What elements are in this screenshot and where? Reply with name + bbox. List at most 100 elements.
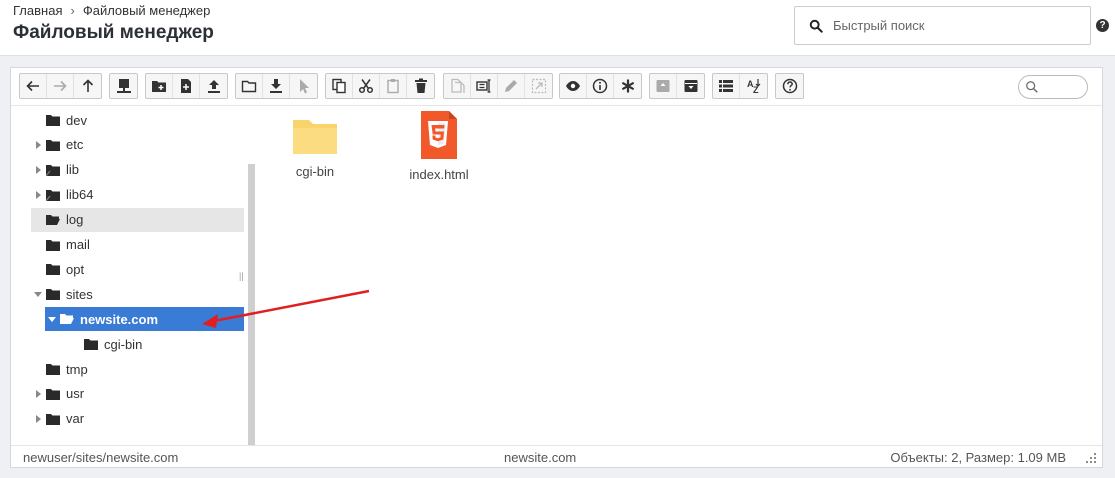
edit-button[interactable] [498, 74, 525, 98]
info-button[interactable] [587, 74, 614, 98]
folder-icon [46, 364, 60, 375]
help-icon [782, 78, 797, 94]
file-name: cgi-bin [295, 164, 335, 179]
toolbar-search-input[interactable] [1018, 75, 1088, 99]
tree-item-lib64[interactable]: lib64 [31, 183, 244, 207]
download-icon [270, 79, 282, 93]
resize-button[interactable] [525, 74, 552, 98]
tree-item-tmp[interactable]: tmp [31, 357, 244, 381]
forward-icon [54, 80, 67, 92]
view-group [559, 73, 642, 99]
cut-icon [358, 79, 374, 94]
tree-item-mail[interactable]: mail [31, 233, 244, 257]
view-button[interactable] [560, 74, 587, 98]
folder-icon [46, 239, 60, 251]
up-button[interactable] [74, 74, 101, 98]
tree-item-opt[interactable]: opt [31, 257, 244, 281]
back-button[interactable] [20, 74, 47, 98]
status-bar: newuser/sites/newsite.com newsite.com Об… [11, 445, 1102, 468]
asterisk-button[interactable] [614, 74, 641, 98]
tree-item-lib[interactable]: lib [31, 158, 244, 182]
cut-button[interactable] [353, 74, 380, 98]
edit-icon [505, 80, 517, 92]
help-button[interactable] [776, 74, 803, 98]
folder-icon [46, 264, 60, 276]
caret-right-icon[interactable] [34, 165, 42, 174]
caret-right-icon[interactable] [34, 414, 42, 423]
drive-group [109, 73, 138, 99]
copy-button[interactable] [326, 74, 353, 98]
select-button[interactable] [290, 74, 317, 98]
tree-item-var[interactable]: var [31, 407, 244, 431]
asterisk-icon [621, 79, 634, 93]
paste-button[interactable] [380, 74, 407, 98]
select-icon [299, 79, 309, 94]
caret-down-icon[interactable] [48, 315, 56, 323]
status-path: newuser/sites/newsite.com [23, 450, 179, 465]
tree-item-label: opt [66, 261, 85, 277]
rename-button[interactable] [471, 74, 498, 98]
sort-button[interactable]: AZ [740, 74, 767, 98]
forward-button[interactable] [47, 74, 74, 98]
folder-icon [46, 164, 60, 176]
folder-icon [46, 388, 60, 400]
folder-icon [46, 189, 60, 201]
create-group [145, 73, 228, 99]
delete-button[interactable] [407, 74, 434, 98]
tree-item-log[interactable]: log [31, 207, 244, 232]
page-title: Файловый менеджер [13, 22, 214, 43]
back-icon [26, 80, 39, 92]
paste-icon [387, 79, 399, 94]
caret-right-icon[interactable] [34, 389, 42, 398]
download-button[interactable] [263, 74, 290, 98]
quick-search-input[interactable]: Быстрый поиск [794, 6, 1091, 45]
duplicate-button[interactable] [444, 74, 471, 98]
extract-button[interactable] [677, 74, 704, 98]
upload-button[interactable] [200, 74, 227, 98]
tree-item-cgi-bin[interactable]: cgi-bin [31, 332, 244, 356]
tree-item-label: var [66, 411, 85, 427]
page-header: Главная › Файловый менеджер Файловый мен… [0, 0, 1115, 56]
status-summary: Объекты: 2, Размер: 1.09 MB [890, 450, 1066, 465]
nav-group [19, 73, 102, 99]
delete-icon [414, 78, 427, 93]
extract-icon [684, 80, 697, 92]
rename-icon [476, 79, 491, 93]
upload-icon [207, 80, 220, 93]
file-name: index.html [409, 167, 469, 182]
tree-scrollbar[interactable] [248, 164, 255, 445]
help-icon[interactable]: ? [1096, 19, 1109, 32]
breadcrumb: Главная › Файловый менеджер [13, 3, 210, 18]
open-icon [241, 80, 257, 93]
resize-grip-icon[interactable] [1085, 452, 1097, 464]
panel-resize-handle[interactable]: || [239, 271, 244, 281]
new-file-button[interactable] [173, 74, 200, 98]
breadcrumb-home-link[interactable]: Главная [13, 3, 62, 18]
network-drive-button[interactable] [110, 74, 137, 98]
tree-item-sites[interactable]: sites [31, 282, 244, 306]
tree-item-dev[interactable]: dev [31, 108, 244, 132]
tree-item-label: lib [66, 162, 80, 178]
new-folder-button[interactable] [146, 74, 173, 98]
tree-item-label: mail [66, 237, 90, 252]
list-view-button[interactable] [713, 74, 740, 98]
network-drive-icon [116, 79, 131, 93]
file-item-html[interactable]: index.html [399, 111, 479, 182]
caret-right-icon[interactable] [34, 140, 42, 149]
folder-icon [46, 289, 60, 301]
tree-item-etc[interactable]: etc [31, 133, 244, 157]
tree-item-label: usr [66, 386, 85, 402]
folder-open-icon [46, 214, 60, 225]
open-button[interactable] [236, 74, 263, 98]
file-manager-panel: AZ dev etc lib lib64 log mail opt sites newsite.… [10, 67, 1103, 468]
file-item-folder[interactable]: cgi-bin [275, 116, 355, 179]
duplicate-icon [451, 78, 465, 93]
archive-button[interactable] [650, 74, 677, 98]
status-current-folder: newsite.com [504, 450, 577, 465]
tree-item-usr[interactable]: usr [31, 382, 244, 406]
sort-icon: AZ [747, 79, 760, 94]
caret-right-icon[interactable] [34, 190, 42, 199]
caret-down-icon[interactable] [34, 290, 42, 298]
tree-item-newsite-com[interactable]: newsite.com [45, 307, 244, 332]
tree-item-label: lib64 [66, 187, 94, 203]
